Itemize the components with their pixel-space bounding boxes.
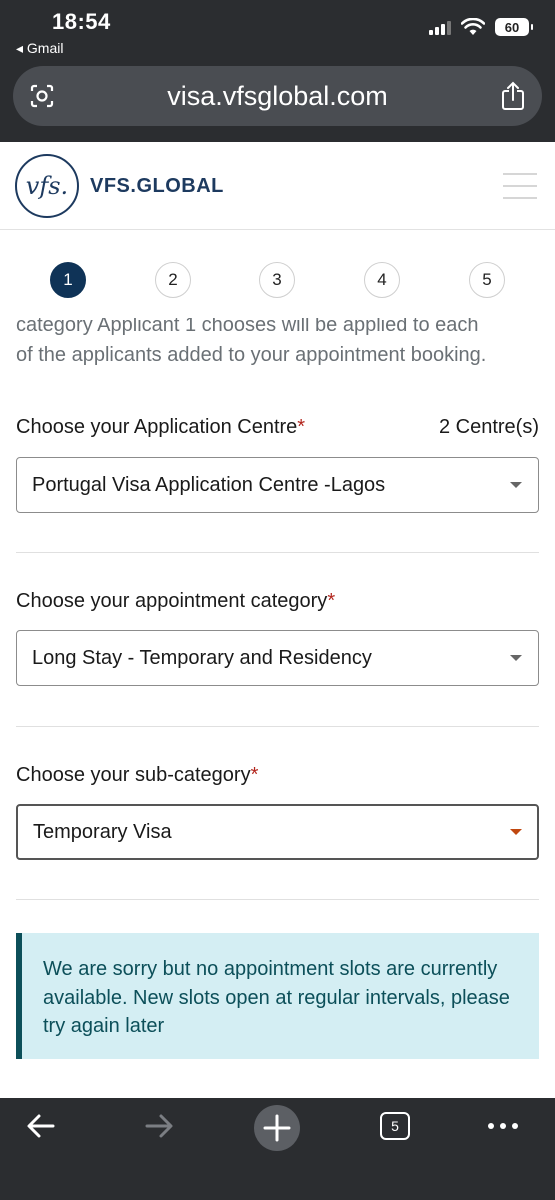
vfs-logo[interactable]: vfs.: [15, 154, 79, 218]
booking-stepper: 1 2 3 4 5: [0, 262, 555, 298]
forward-arrow-icon[interactable]: [143, 1110, 175, 1142]
back-to-gmail[interactable]: ◂ Gmail: [16, 40, 63, 57]
intro-line-1: category Applicant 1 chooses will be app…: [16, 318, 479, 336]
chevron-down-icon: [510, 482, 522, 488]
no-slots-alert: We are sorry but no appointment slots ar…: [16, 933, 539, 1059]
centres-count: 2 Centre(s): [438, 416, 539, 438]
wifi-icon: [461, 18, 485, 35]
battery-icon: 60: [495, 18, 533, 36]
step-2: 2: [155, 262, 191, 298]
step-4: 4: [364, 262, 400, 298]
lens-icon[interactable]: [29, 83, 55, 109]
plus-icon: [263, 1114, 291, 1142]
divider: [16, 899, 539, 900]
centre-label: Choose your Application Centre*: [16, 416, 306, 438]
application-centre-select[interactable]: Portugal Visa Application Centre -Lagos: [16, 457, 539, 513]
application-centre-value: Portugal Visa Application Centre -Lagos: [32, 473, 386, 496]
sub-category-select[interactable]: Temporary Visa: [16, 804, 539, 860]
subcategory-label: Choose your sub-category*: [16, 764, 259, 786]
sub-category-value: Temporary Visa: [33, 820, 172, 843]
site-header: vfs. VFS.GLOBAL: [0, 142, 555, 230]
browser-bottom-bar: 5: [0, 1098, 555, 1200]
more-options-icon[interactable]: [488, 1123, 518, 1129]
required-mark: *: [327, 590, 336, 612]
appointment-category-select[interactable]: Long Stay - Temporary and Residency: [16, 630, 539, 686]
address-bar[interactable]: visa.vfsglobal.com: [13, 66, 542, 126]
chevron-down-icon: [510, 829, 522, 835]
share-icon[interactable]: [500, 81, 526, 111]
back-arrow-icon[interactable]: [25, 1110, 57, 1142]
tab-switcher-button[interactable]: 5: [380, 1112, 410, 1140]
intro-line-2: of the applicants added to your appointm…: [16, 344, 487, 366]
divider: [16, 552, 539, 553]
url-text[interactable]: visa.vfsglobal.com: [13, 81, 542, 112]
chevron-down-icon: [510, 655, 522, 661]
step-1: 1: [50, 262, 86, 298]
new-tab-button[interactable]: [254, 1105, 300, 1151]
category-label: Choose your appointment category*: [16, 590, 336, 612]
divider: [16, 726, 539, 727]
required-mark: *: [250, 764, 259, 786]
step-5: 5: [469, 262, 505, 298]
status-time: 18:54: [52, 9, 111, 34]
step-3: 3: [259, 262, 295, 298]
intro-text: category Applicant 1 chooses will be app…: [16, 318, 546, 374]
required-mark: *: [297, 416, 306, 438]
logo-text: VFS.GLOBAL: [90, 175, 224, 197]
cellular-signal-icon: [429, 19, 451, 35]
menu-icon[interactable]: [503, 173, 537, 199]
appointment-category-value: Long Stay - Temporary and Residency: [32, 646, 372, 669]
browser-top-bar: 18:54 ◂ Gmail 60 visa.vfsglobal.com: [0, 0, 555, 142]
status-icons: 60: [429, 18, 533, 36]
